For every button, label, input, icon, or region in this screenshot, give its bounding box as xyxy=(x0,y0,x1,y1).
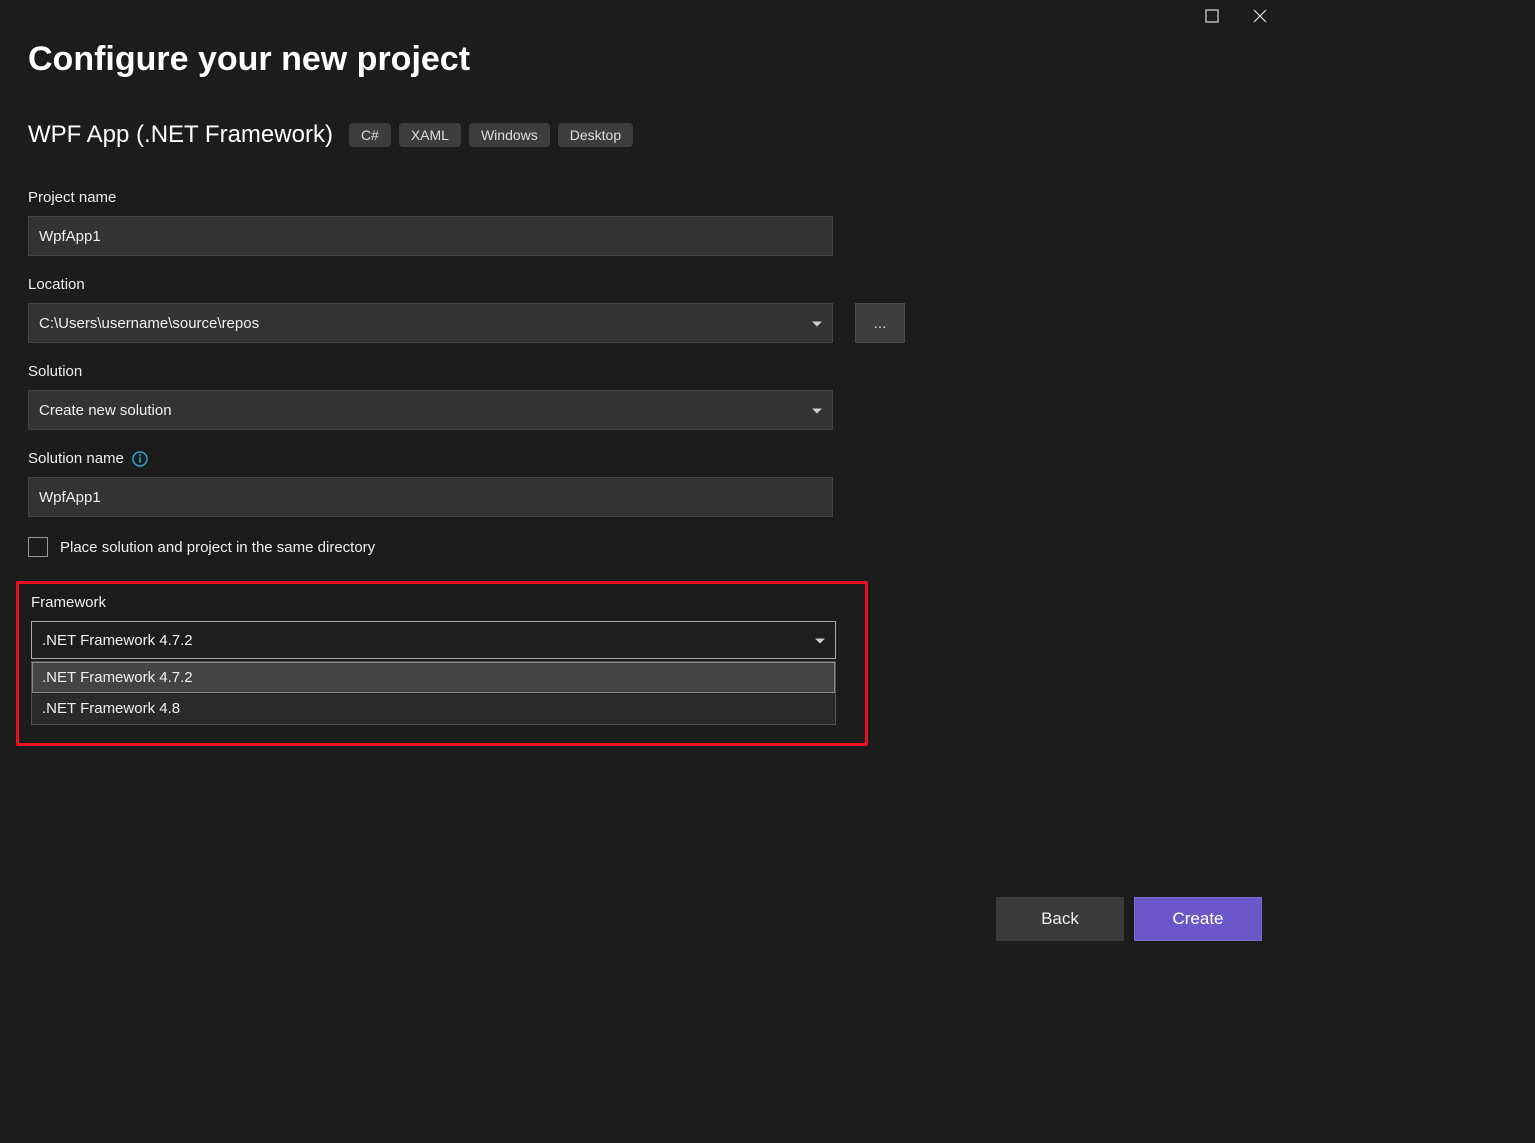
project-name-input[interactable] xyxy=(28,216,833,256)
location-label: Location xyxy=(28,276,1252,293)
create-button[interactable]: Create xyxy=(1134,897,1262,941)
solution-name-input[interactable] xyxy=(28,477,833,517)
framework-section-highlight: Framework .NET Framework 4.7.2 .NET Fram… xyxy=(16,581,868,746)
back-button[interactable]: Back xyxy=(996,897,1124,941)
info-icon[interactable] xyxy=(132,451,148,467)
browse-button[interactable]: ... xyxy=(855,303,905,343)
location-value: C:\Users\username\source\repos xyxy=(39,315,259,332)
maximize-button[interactable] xyxy=(1202,6,1222,26)
chevron-down-icon xyxy=(812,315,822,332)
framework-option-472[interactable]: .NET Framework 4.7.2 xyxy=(32,662,835,693)
chevron-down-icon xyxy=(812,402,822,419)
solution-value: Create new solution xyxy=(39,402,172,419)
framework-combo[interactable]: .NET Framework 4.7.2 xyxy=(31,621,836,659)
project-name-label: Project name xyxy=(28,189,1252,206)
framework-value: .NET Framework 4.7.2 xyxy=(42,632,193,649)
tag-desktop: Desktop xyxy=(558,123,633,147)
tag-csharp: C# xyxy=(349,123,391,147)
framework-dropdown: .NET Framework 4.7.2 .NET Framework 4.8 xyxy=(31,661,836,725)
chevron-down-icon xyxy=(815,632,825,649)
tag-xaml: XAML xyxy=(399,123,461,147)
same-directory-label: Place solution and project in the same d… xyxy=(60,539,375,556)
solution-name-label: Solution name xyxy=(28,450,1252,467)
location-combo[interactable]: C:\Users\username\source\repos xyxy=(28,303,833,343)
maximize-icon xyxy=(1205,9,1219,23)
framework-label: Framework xyxy=(31,594,853,611)
close-button[interactable] xyxy=(1250,6,1270,26)
solution-combo[interactable]: Create new solution xyxy=(28,390,833,430)
template-tags: C# XAML Windows Desktop xyxy=(349,123,633,147)
page-title: Configure your new project xyxy=(28,40,1252,79)
same-directory-checkbox[interactable] xyxy=(28,537,48,557)
close-icon xyxy=(1253,9,1267,23)
framework-option-48[interactable]: .NET Framework 4.8 xyxy=(32,693,835,724)
solution-label: Solution xyxy=(28,363,1252,380)
template-name: WPF App (.NET Framework) xyxy=(28,121,333,149)
tag-windows: Windows xyxy=(469,123,550,147)
template-header: WPF App (.NET Framework) C# XAML Windows… xyxy=(28,121,1252,149)
